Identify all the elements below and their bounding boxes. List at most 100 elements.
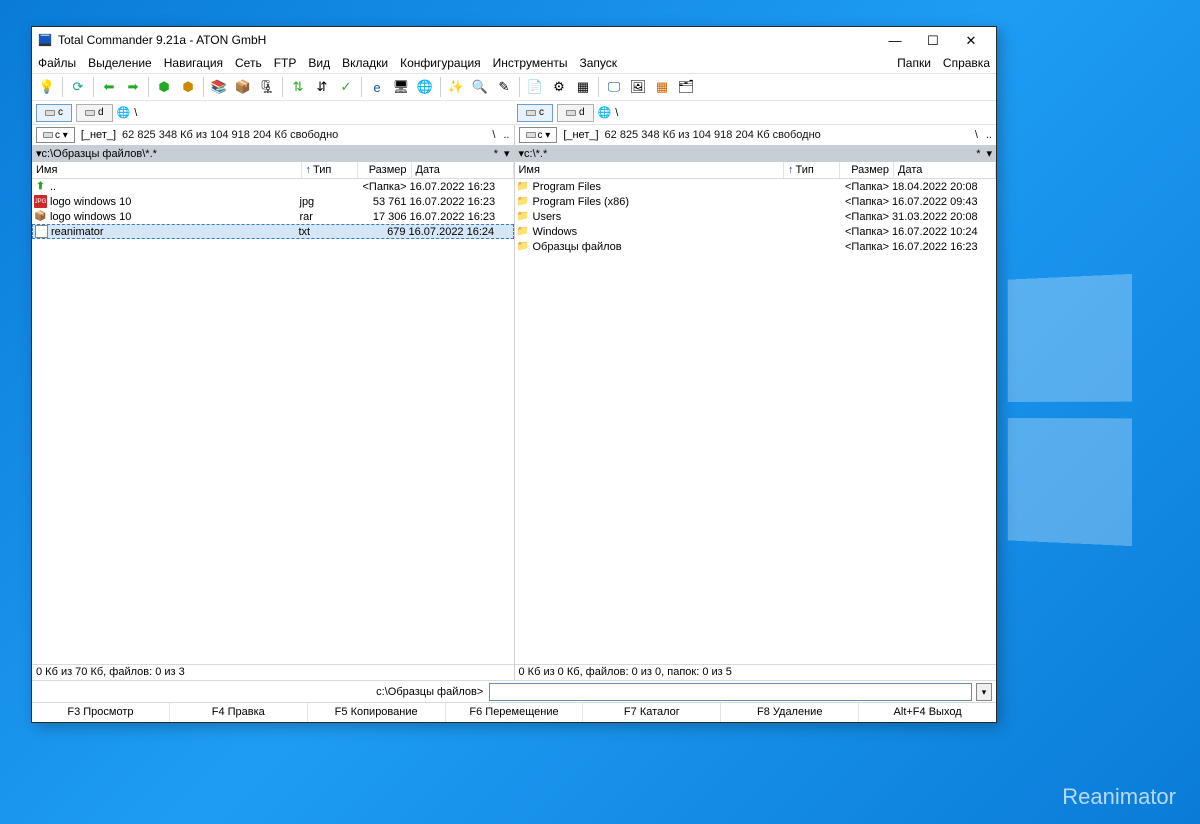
menu-selection[interactable]: Выделение (88, 56, 152, 70)
col-type[interactable]: ↑Тип (302, 162, 358, 178)
menu-run[interactable]: Запуск (580, 56, 618, 70)
free-space-right: 62 825 348 Кб из 104 918 204 Кб свободно (605, 129, 821, 141)
col-date[interactable]: Дата (412, 162, 514, 178)
goto-root-left[interactable]: \ (492, 129, 495, 141)
f5-button[interactable]: F5 Копирование (308, 703, 446, 722)
minimize-button[interactable]: — (876, 29, 914, 51)
status-left: 0 Кб из 70 Кб, файлов: 0 из 3 (32, 664, 514, 680)
drive-label-right: [_нет_] (563, 129, 598, 141)
col-date[interactable]: Дата (894, 162, 996, 178)
menu-tabs[interactable]: Вкладки (342, 56, 388, 70)
wand-icon[interactable]: ✨ (445, 76, 467, 98)
drive-combo-left[interactable]: c ▾ (36, 127, 75, 143)
rename-icon[interactable]: ✎ (493, 76, 515, 98)
panel-left: c ▾ [_нет_] 62 825 348 Кб из 104 918 204… (32, 125, 515, 680)
f8-button[interactable]: F8 Удаление (721, 703, 859, 722)
photo-icon[interactable]: 🖼 (627, 76, 649, 98)
menu-files[interactable]: Файлы (38, 56, 76, 70)
panels: c ▾ [_нет_] 62 825 348 Кб из 104 918 204… (32, 125, 996, 680)
globe-icon[interactable]: 🌐 (598, 106, 612, 119)
file-row[interactable]: 📁Users<Папка>31.03.2022 20:08 (515, 209, 997, 224)
file-row[interactable]: JPGlogo windows 10jpg53 76116.07.2022 16… (32, 194, 514, 209)
command-input[interactable] (489, 683, 972, 701)
file-row[interactable]: 📦logo windows 10rar17 30616.07.2022 16:2… (32, 209, 514, 224)
file-row[interactable]: 📁Windows<Папка>16.07.2022 10:24 (515, 224, 997, 239)
notepad-icon[interactable]: 📄 (524, 76, 546, 98)
col-name[interactable]: Имя (515, 162, 785, 178)
root-left[interactable]: \ (134, 107, 137, 119)
filelist-right[interactable]: 📁Program Files<Папка>18.04.2022 20:08📁Pr… (515, 179, 997, 664)
drive-d-right[interactable]: d (557, 104, 594, 122)
winzip-icon[interactable]: 📦 (232, 76, 254, 98)
file-row[interactable]: 📁Program Files (x86)<Папка>16.07.2022 09… (515, 194, 997, 209)
check-icon[interactable]: ✓ (335, 76, 357, 98)
panel-right: c ▾ [_нет_] 62 825 348 Кб из 104 918 204… (515, 125, 997, 680)
history-dropdown-icon[interactable]: ▾ (986, 147, 992, 160)
browser-icon[interactable]: e (366, 76, 388, 98)
altf4-button[interactable]: Alt+F4 Выход (859, 703, 996, 722)
f7-button[interactable]: F7 Каталог (583, 703, 721, 722)
menu-ftp[interactable]: FTP (274, 56, 297, 70)
tiles-icon[interactable]: ▦ (651, 76, 673, 98)
command-history-dropdown[interactable]: ▾ (976, 683, 992, 701)
globe-icon[interactable]: 🌐 (117, 106, 131, 119)
file-row[interactable]: 📁Образцы файлов<Папка>16.07.2022 16:23 (515, 239, 997, 254)
drive-c-left[interactable]: c (36, 104, 72, 122)
updown-icon[interactable]: ⇅ (287, 76, 309, 98)
status-right: 0 Кб из 0 Кб, файлов: 0 из 0, папок: 0 и… (515, 664, 997, 680)
menu-view[interactable]: Вид (308, 56, 330, 70)
search-icon[interactable]: 🔍 (469, 76, 491, 98)
network-icon[interactable]: 🌐 (414, 76, 436, 98)
menu-config[interactable]: Конфигурация (400, 56, 481, 70)
col-name[interactable]: Имя (32, 162, 302, 178)
col-size[interactable]: Размер (358, 162, 412, 178)
drive-d-left[interactable]: d (76, 104, 113, 122)
close-button[interactable]: ✕ (952, 29, 990, 51)
cpanel-icon[interactable]: ⚙ (548, 76, 570, 98)
cube-icon[interactable]: ⬢ (177, 76, 199, 98)
regedit-icon[interactable]: ▦ (572, 76, 594, 98)
menu-navigation[interactable]: Навигация (164, 56, 223, 70)
refresh-icon[interactable]: ⟳ (67, 76, 89, 98)
sync-icon[interactable]: ⇵ (311, 76, 333, 98)
function-keys-row: F3 Просмотр F4 Правка F5 Копирование F6 … (32, 702, 996, 722)
file-row[interactable]: ⬆..<Папка>16.07.2022 16:23 (32, 179, 514, 194)
favorites-icon[interactable]: * (976, 148, 980, 160)
filelist-left[interactable]: ⬆..<Папка>16.07.2022 16:23JPGlogo window… (32, 179, 514, 664)
history-dropdown-icon[interactable]: ▾ (504, 147, 510, 160)
pathbar-right[interactable]: ▾ c:\*.* * ▾ (515, 145, 997, 162)
file-row[interactable]: reanimatortxt67916.07.2022 16:24 (32, 224, 514, 239)
app-icon (38, 33, 52, 47)
bulb-icon[interactable]: 💡 (36, 76, 58, 98)
drive-combo-right[interactable]: c ▾ (519, 127, 558, 143)
back-icon[interactable]: ⬅ (98, 76, 120, 98)
maximize-button[interactable]: ☐ (914, 29, 952, 51)
archive-icon[interactable]: 🗜 (256, 76, 278, 98)
drive-label-left: [_нет_] (81, 129, 116, 141)
pack-icon[interactable]: ⬢ (153, 76, 175, 98)
root-right[interactable]: \ (615, 107, 618, 119)
menu-tools[interactable]: Инструменты (493, 56, 568, 70)
col-type[interactable]: ↑Тип (784, 162, 840, 178)
favorites-icon[interactable]: * (494, 148, 498, 160)
goto-root-right[interactable]: \ (975, 129, 978, 141)
f4-button[interactable]: F4 Правка (170, 703, 308, 722)
file-row[interactable]: 📁Program Files<Папка>18.04.2022 20:08 (515, 179, 997, 194)
misc-icon[interactable]: 🗂 (675, 76, 697, 98)
f6-button[interactable]: F6 Перемещение (446, 703, 584, 722)
ftp-icon[interactable]: 🖥 (390, 76, 412, 98)
watermark: Reanimator (1062, 784, 1176, 810)
col-size[interactable]: Размер (840, 162, 894, 178)
pathbar-left[interactable]: ▾ c:\Образцы файлов\*.* * ▾ (32, 145, 514, 162)
winrar-icon[interactable]: 📚 (208, 76, 230, 98)
f3-button[interactable]: F3 Просмотр (32, 703, 170, 722)
forward-icon[interactable]: ➡ (122, 76, 144, 98)
goto-up-left[interactable]: .. (503, 129, 509, 141)
menu-help[interactable]: Справка (943, 56, 990, 70)
menu-network[interactable]: Сеть (235, 56, 262, 70)
goto-up-right[interactable]: .. (986, 129, 992, 141)
columns-right: Имя ↑Тип Размер Дата (515, 162, 997, 179)
menu-folders[interactable]: Папки (897, 56, 931, 70)
drive-c-right[interactable]: c (517, 104, 553, 122)
display-icon[interactable]: 🖵 (603, 76, 625, 98)
